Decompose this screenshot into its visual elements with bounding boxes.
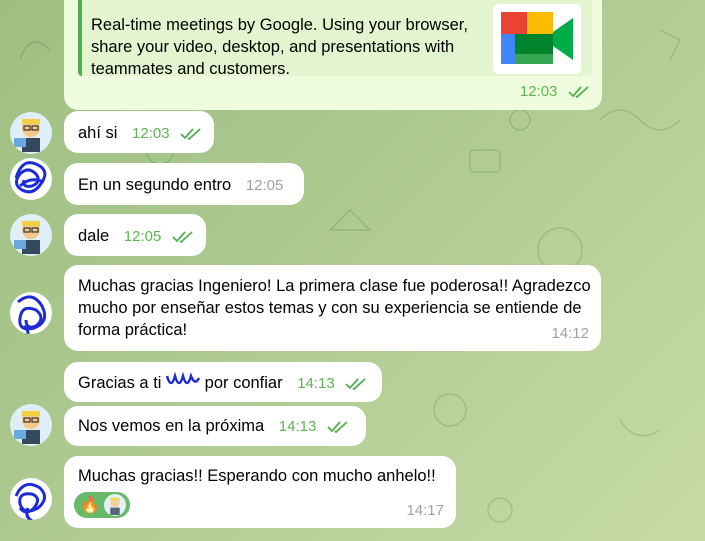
- message-time: 12:03: [519, 83, 558, 100]
- google-meet-logo: [493, 4, 581, 74]
- double-check-icon: [180, 124, 202, 146]
- message-time: 14:13: [297, 375, 335, 392]
- fire-reaction-icon: 🔥: [80, 497, 100, 514]
- message-bubble[interactable]: Muchas gracias!! Esperando con mucho anh…: [64, 456, 456, 528]
- message-time: 14:13: [278, 418, 317, 435]
- message-bubble[interactable]: ahí si 12:03: [64, 111, 214, 153]
- message-text-continued: por confiar: [204, 374, 283, 392]
- avatar-student-redacted[interactable]: [10, 292, 52, 334]
- message-time: 14:12: [551, 325, 589, 342]
- reaction-chip[interactable]: 🔥: [74, 492, 130, 518]
- link-preview-message[interactable]: Real-time meetings by Google. Using your…: [64, 0, 602, 110]
- message-bubble[interactable]: Muchas gracias Ingeniero! La primera cla…: [64, 265, 601, 351]
- avatar-student-redacted[interactable]: [10, 478, 52, 520]
- reactor-avatar: [104, 494, 126, 516]
- avatar-teacher[interactable]: [10, 112, 52, 154]
- message-time: 14:17: [406, 502, 444, 519]
- message-bubble[interactable]: Gracias a ti por confiar 14:13: [64, 362, 382, 402]
- avatar-teacher[interactable]: [10, 214, 52, 256]
- message-bubble[interactable]: dale 12:05: [64, 214, 206, 256]
- message-text: dale: [78, 227, 110, 245]
- avatar-teacher[interactable]: [10, 404, 52, 446]
- double-check-icon: [568, 82, 590, 104]
- double-check-icon: [345, 374, 367, 396]
- preview-description: Real-time meetings by Google. Using your…: [91, 16, 468, 78]
- message-text: Muchas gracias!! Esperando con mucho anh…: [78, 467, 436, 485]
- avatar-student-redacted[interactable]: [10, 158, 52, 200]
- preview-card[interactable]: Real-time meetings by Google. Using your…: [78, 0, 592, 78]
- message-text: ahí si: [78, 124, 118, 142]
- message-text: Muchas gracias Ingeniero! La primera cla…: [78, 277, 591, 339]
- double-check-icon: [172, 227, 194, 249]
- message-text: Nos vemos en la próxima: [78, 417, 265, 435]
- message-bubble[interactable]: En un segundo entro 12:05: [64, 163, 304, 205]
- message-time: 12:05: [123, 228, 162, 245]
- redaction-scribble: [165, 371, 201, 388]
- message-text: Gracias a ti: [78, 374, 162, 392]
- message-text: En un segundo entro: [78, 176, 232, 194]
- message-bubble[interactable]: Nos vemos en la próxima 14:13: [64, 406, 366, 446]
- message-time: 12:03: [132, 125, 170, 142]
- double-check-icon: [327, 417, 349, 439]
- message-time: 12:05: [245, 177, 284, 194]
